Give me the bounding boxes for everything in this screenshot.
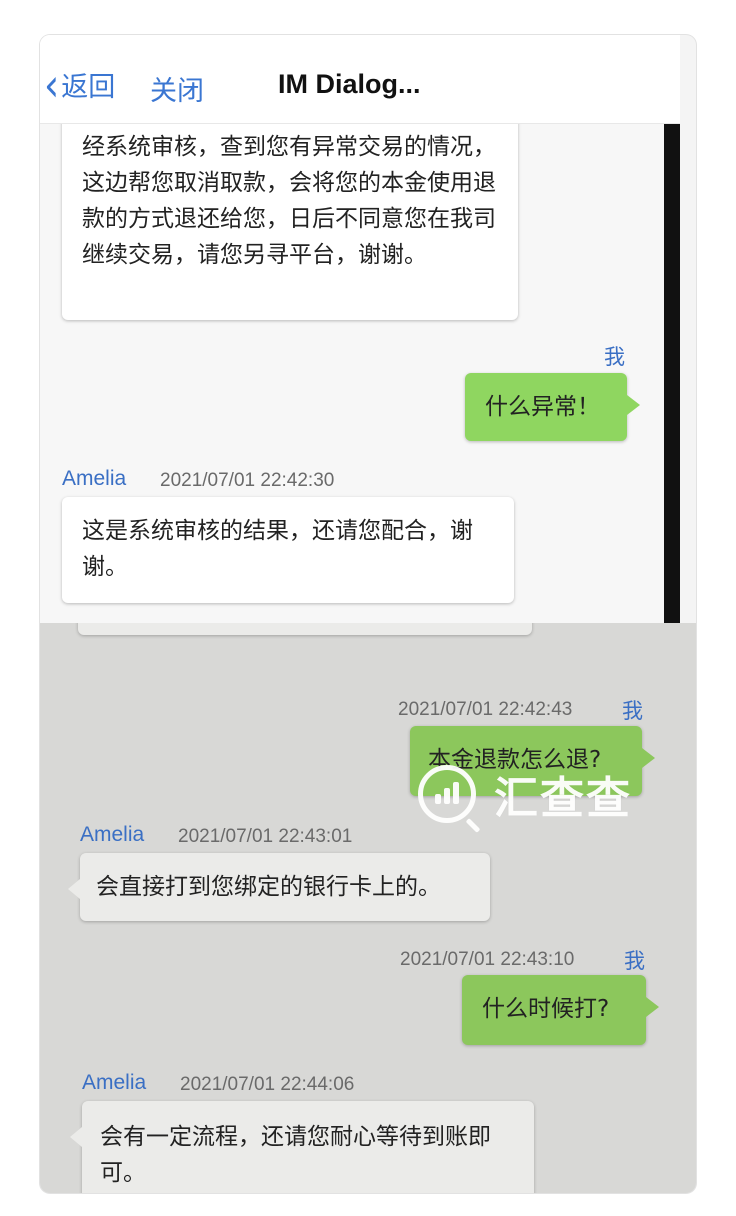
- chat-screen-bottom: 2021/07/01 22:42:43 我 本金退款怎么退? Amelia 20…: [40, 623, 696, 1193]
- message-bubble-incoming: 会有一定流程，还请您耐心等待到账即可。: [70, 1101, 534, 1193]
- chevron-left-icon: ‹: [44, 58, 60, 111]
- message-bubble-incoming: 经系统审核，查到您有异常交易的情况，这边帮您取消取款，会将您的本金使用退款的方式…: [62, 105, 518, 320]
- sender-name: Amelia: [80, 823, 145, 846]
- message-text: 会有一定流程，还请您耐心等待到账即可。: [100, 1124, 491, 1186]
- page-title: IM Dialog...: [278, 69, 421, 99]
- message-text: 会直接打到您绑定的银行卡上的。: [96, 874, 441, 900]
- message-bubble-outgoing: 什么异常！: [465, 373, 640, 441]
- message-bubble-incoming: 会直接打到您绑定的银行卡上的。: [68, 853, 490, 921]
- message-timestamp: 2021/07/01 22:42:43: [398, 699, 573, 720]
- close-button[interactable]: 关闭: [150, 69, 204, 108]
- message-timestamp: 2021/07/01 22:43:10: [400, 949, 575, 970]
- chat-screen-top: ‹ 返回 关闭 IM Dialog... 经系统审核，查到您有异常交易的情况，这…: [40, 35, 680, 623]
- message-text: 经系统审核，查到您有异常交易的情况，这边帮您取消取款，会将您的本金使用退款的方式…: [82, 134, 496, 268]
- sender-me: 我: [624, 949, 645, 973]
- sender-name: Amelia: [62, 467, 127, 490]
- sender-name: Amelia: [82, 1071, 147, 1094]
- message-text: 什么异常！: [485, 394, 600, 420]
- message-timestamp: 2021/07/01 22:42:30: [160, 470, 335, 491]
- watermark-text: 汇查查: [494, 773, 632, 824]
- back-button[interactable]: ‹ 返回: [44, 58, 116, 111]
- message-bubble-incoming: 这是系统审核的结果，还请您配合，谢谢。: [62, 497, 514, 603]
- message-timestamp: 2021/07/01 22:44:06: [180, 1074, 355, 1095]
- back-label: 返回: [61, 72, 116, 103]
- message-timestamp: 2021/07/01 22:43:01: [178, 826, 353, 847]
- sender-me: 我: [622, 699, 643, 723]
- message-text: 这是系统审核的结果，还请您配合，谢谢。: [82, 518, 473, 580]
- chart-magnifier-icon: [418, 765, 476, 823]
- watermark: 汇查查: [418, 762, 632, 826]
- screenshot-frame: ‹ 返回 关闭 IM Dialog... 经系统审核，查到您有异常交易的情况，这…: [40, 35, 696, 1193]
- sender-me: 我: [604, 345, 625, 369]
- message-bubble-outgoing: 什么时候打?: [462, 975, 659, 1045]
- message-text: 什么时候打?: [482, 996, 610, 1022]
- device-edge: [664, 35, 680, 623]
- bubble-edge: [78, 623, 532, 635]
